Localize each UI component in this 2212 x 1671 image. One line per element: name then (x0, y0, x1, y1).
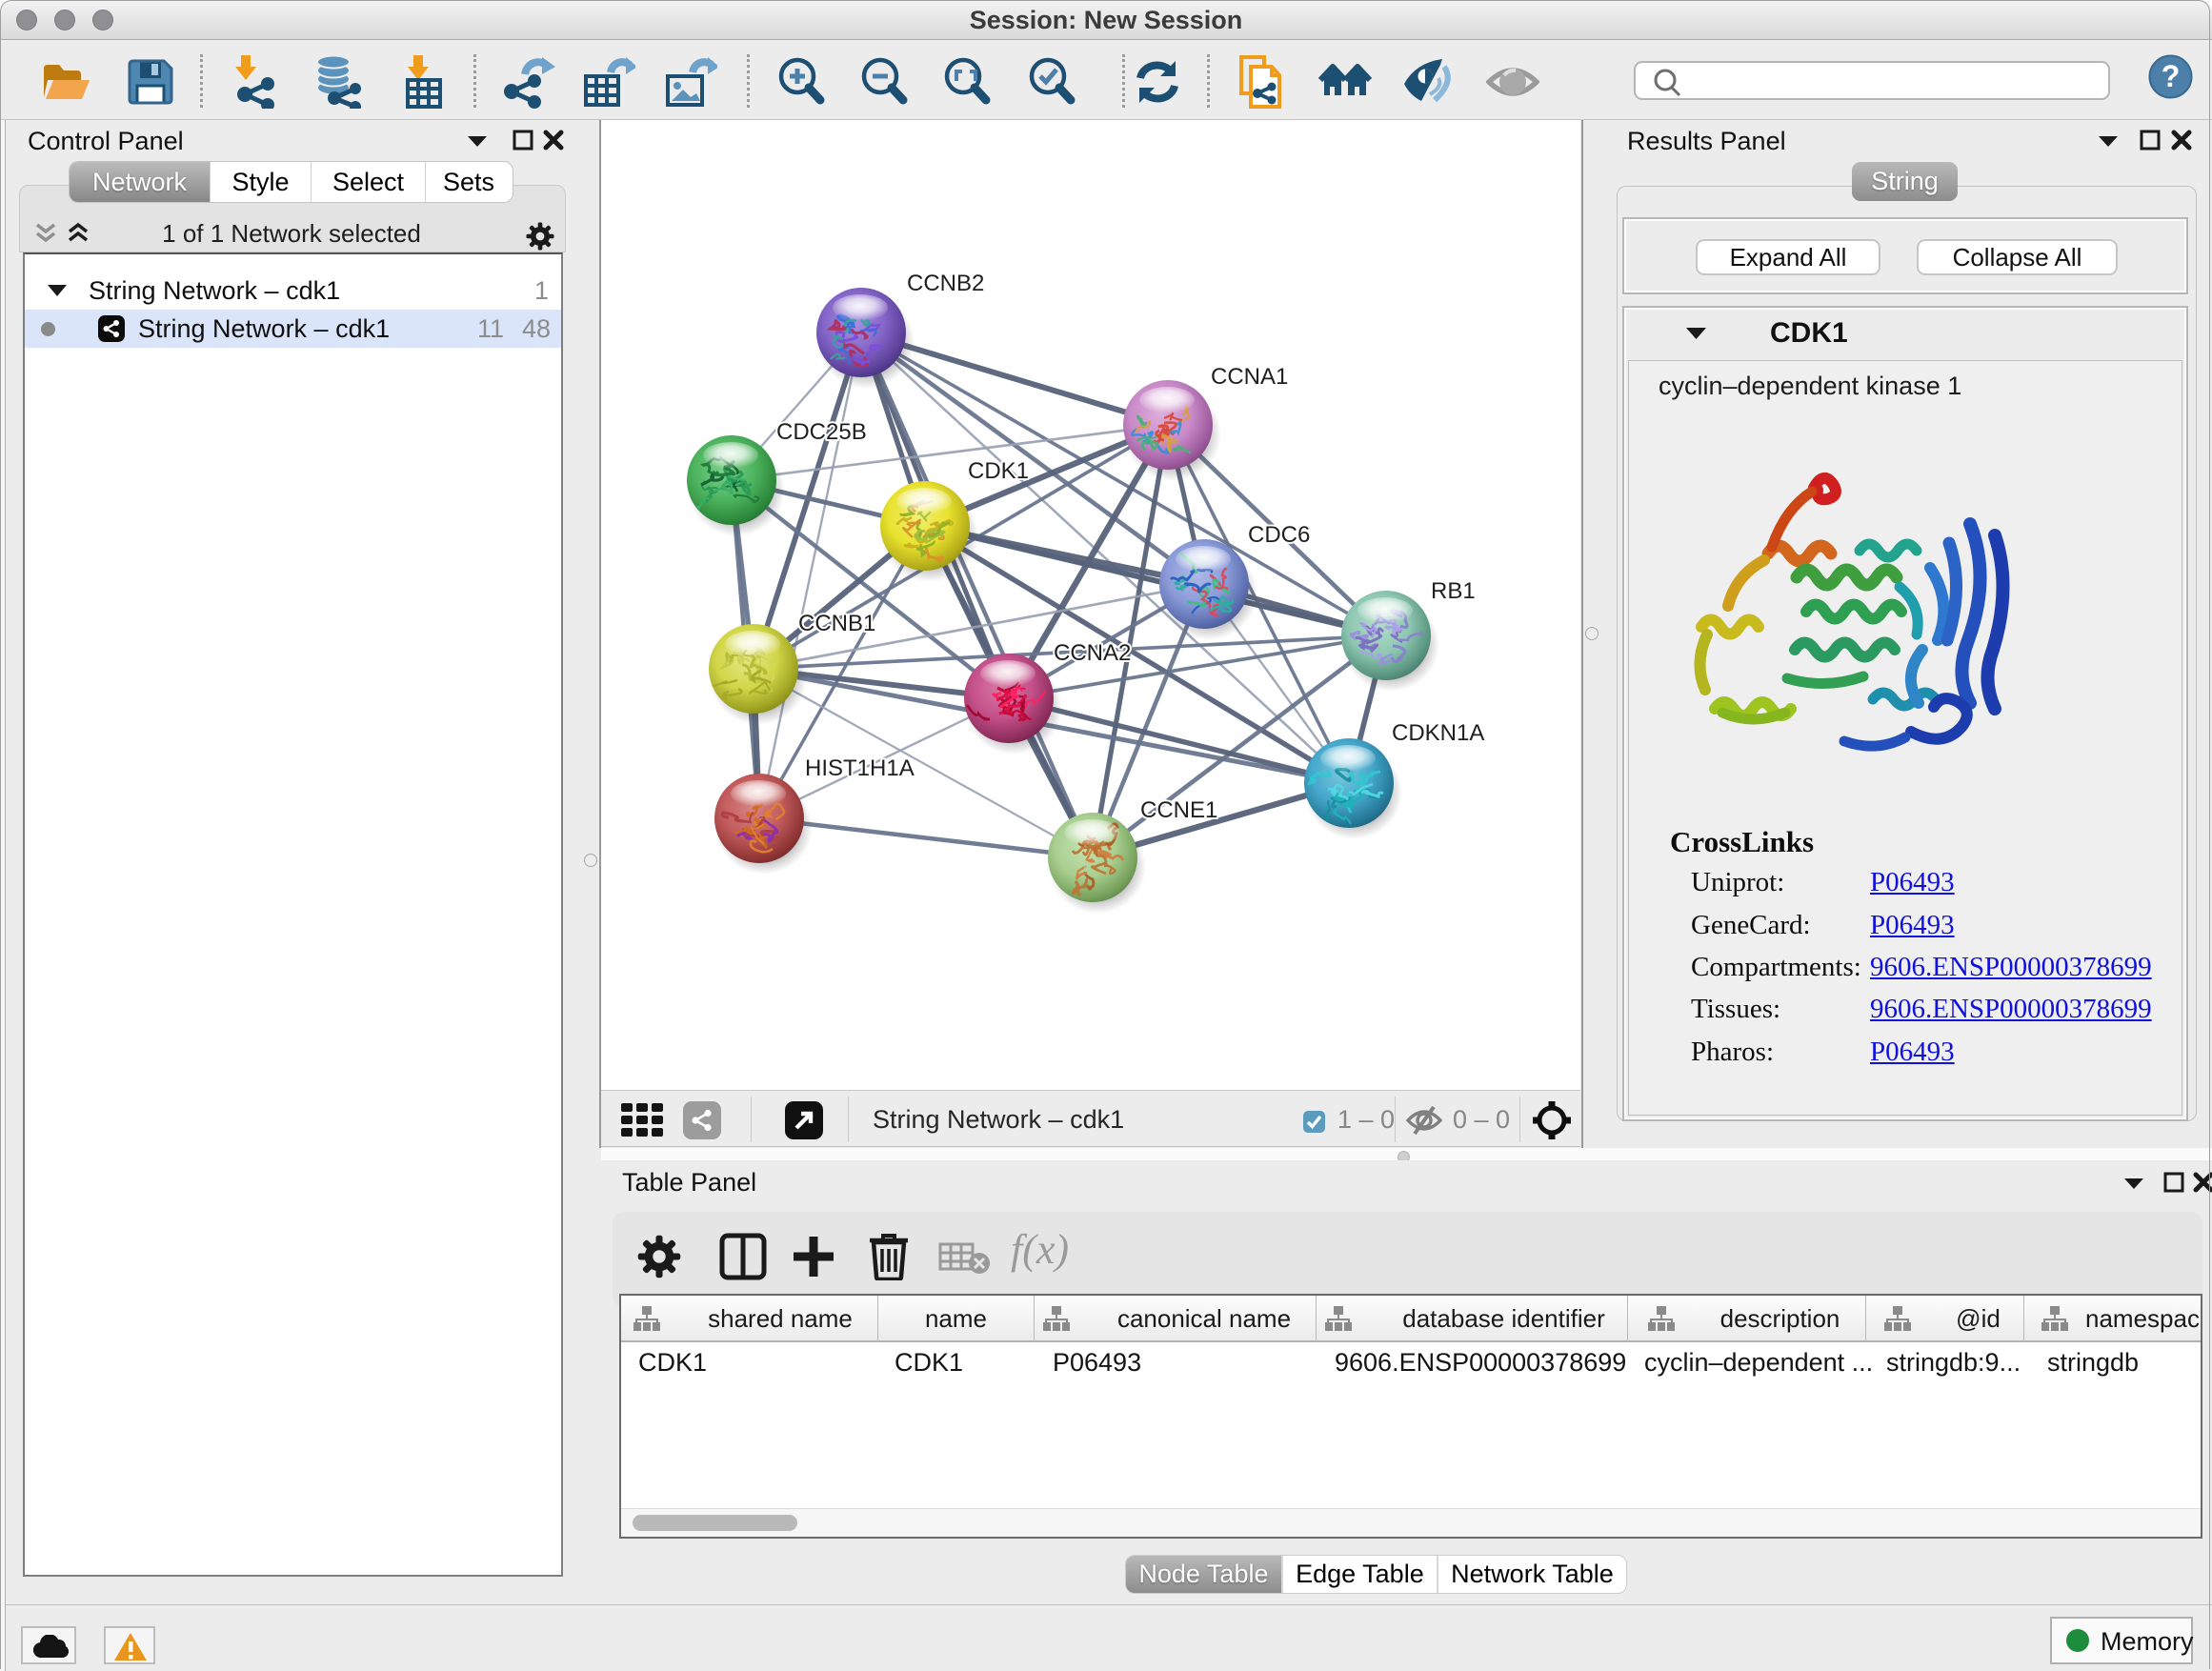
svg-text:CCNE1: CCNE1 (1140, 797, 1217, 823)
svg-text:CCNB2: CCNB2 (907, 271, 984, 296)
svg-text:CCNA1: CCNA1 (1211, 364, 1288, 390)
svg-text:?: ? (2162, 59, 2181, 93)
svg-text:CDKN1A: CDKN1A (1392, 720, 1484, 746)
svg-text:RB1: RB1 (1431, 578, 1476, 604)
svg-text:CDK1: CDK1 (968, 458, 1029, 484)
svg-text:CDC6: CDC6 (1248, 522, 1310, 548)
svg-text:CCNA2: CCNA2 (1054, 640, 1131, 666)
svg-text:HIST1H1A: HIST1H1A (805, 755, 915, 781)
svg-text:CCNB1: CCNB1 (798, 611, 875, 636)
svg-text:CDC25B: CDC25B (776, 419, 867, 445)
